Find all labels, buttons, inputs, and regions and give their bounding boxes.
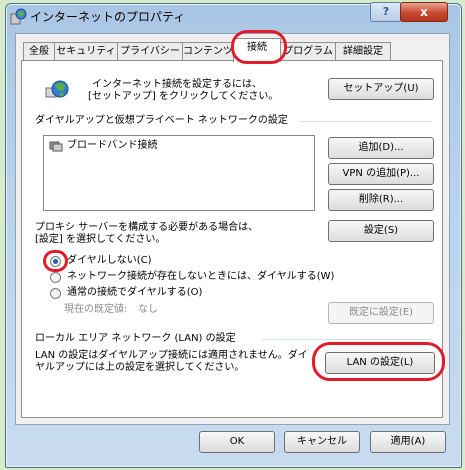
radio-always-dial-label[interactable]: 通常の接続でダイヤルする(O)	[67, 287, 202, 299]
highlight-ring-lan	[312, 342, 445, 381]
group-divider	[300, 121, 432, 122]
close-button[interactable]: x	[400, 2, 448, 22]
help-button[interactable]: ?	[370, 2, 402, 22]
delete-button[interactable]: 削除(R)...	[328, 189, 434, 211]
tab-content[interactable]: コンテンツ	[182, 42, 234, 61]
add-button[interactable]: 追加(D)...	[328, 137, 434, 159]
apply-button[interactable]: 適用(A)	[370, 431, 446, 453]
tab-advanced[interactable]: 詳細設定	[335, 42, 391, 61]
highlight-ring-radio	[43, 250, 68, 272]
current-default-label: 現在の既定値:	[64, 304, 128, 315]
add-vpn-button[interactable]: VPN の追加(P)...	[328, 163, 434, 185]
window-title: インターネットのプロパティ	[30, 10, 186, 24]
lan-description-line2: ヤルアップには上の設定を選択してください。	[35, 362, 245, 373]
tab-general[interactable]: 全般	[23, 42, 55, 61]
settings-button[interactable]: 設定(S)	[328, 220, 434, 242]
tab-security[interactable]: セキュリティ	[54, 42, 118, 61]
radio-dial-when-no-network[interactable]	[50, 272, 61, 283]
connection-icon	[49, 140, 63, 152]
network-globe-icon	[45, 79, 69, 103]
setup-description-line1: インターネット接続を設定するには、	[92, 79, 262, 90]
proxy-text-line1: プロキシ サーバーを構成する必要がある場合は、	[35, 222, 259, 233]
tab-programs[interactable]: プログラム	[280, 42, 336, 61]
tab-privacy[interactable]: プライバシー	[117, 42, 183, 61]
radio-dial-when-no-network-label[interactable]: ネットワーク接続が存在しないときには、ダイヤルする(W)	[67, 271, 334, 283]
setup-description-line2: [セットアップ] をクリックしてください。	[88, 91, 279, 102]
cancel-button[interactable]: キャンセル	[284, 431, 360, 453]
set-default-button[interactable]: 既定に設定(E)	[328, 302, 434, 324]
group-divider	[262, 339, 432, 340]
radio-always-dial[interactable]	[50, 288, 61, 299]
list-item-broadband[interactable]: ブロードバンド接続	[67, 140, 158, 152]
proxy-text-line2: [設定] を選択してください。	[35, 234, 166, 245]
setup-button[interactable]: セットアップ(U)	[328, 78, 434, 100]
dialup-group-title: ダイヤルアップと仮想プライベート ネットワークの設定	[35, 115, 288, 126]
lan-group-title: ローカル エリア ネットワーク (LAN) の設定	[35, 333, 236, 344]
highlight-ring-tab	[231, 30, 287, 64]
radio-never-dial-label[interactable]: ダイヤルしない(C)	[67, 255, 152, 267]
ok-button[interactable]: OK	[199, 431, 275, 453]
internet-options-icon	[10, 8, 27, 25]
lan-description-line1: LAN の設定はダイヤルアップ接続には適用されません。ダイ	[35, 350, 308, 361]
current-default-value: なし	[138, 304, 158, 315]
